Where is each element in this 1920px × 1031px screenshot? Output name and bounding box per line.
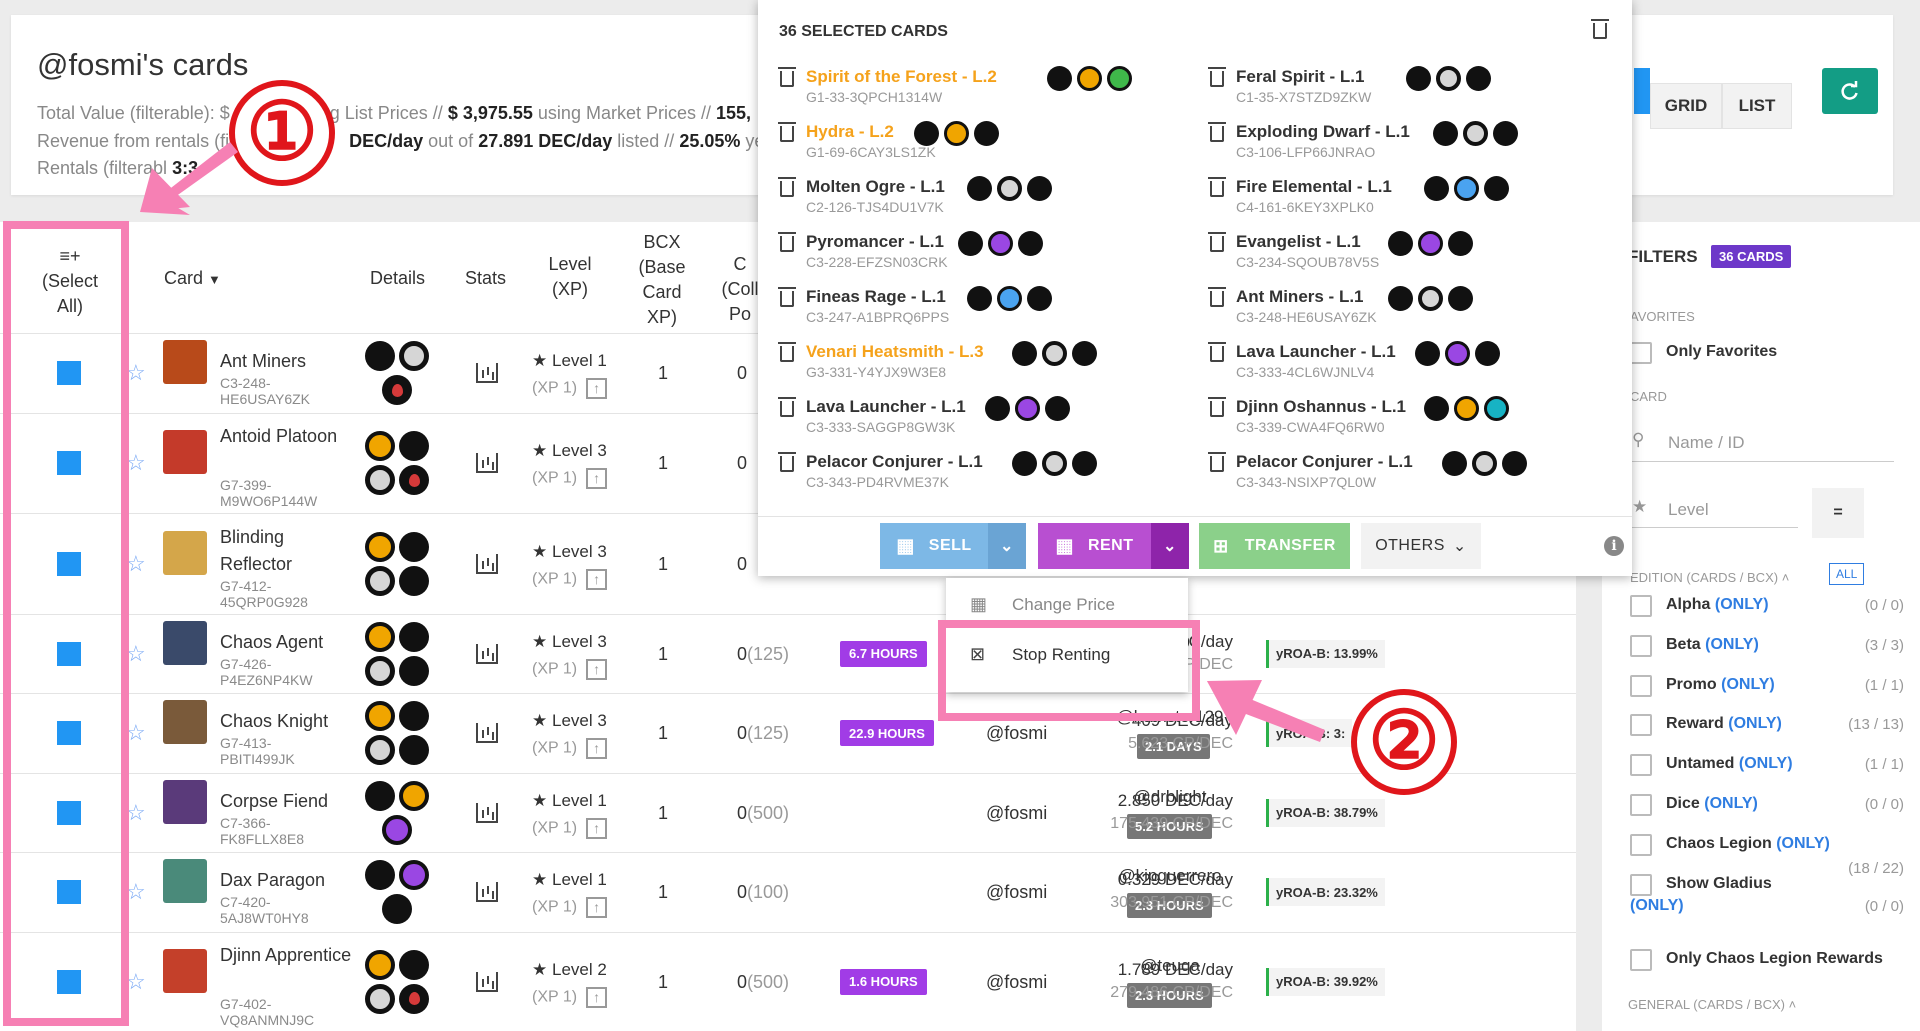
annotation-arrows [140,142,1325,742]
